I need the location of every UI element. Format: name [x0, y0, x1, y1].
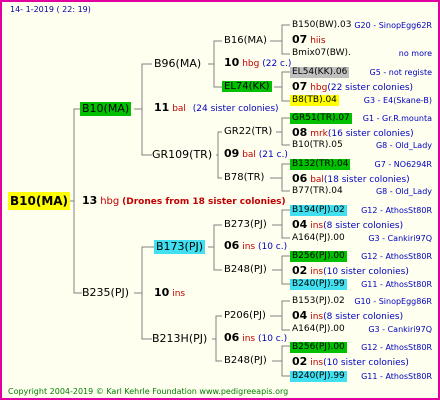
root-info: 13 hbg (Drones from 18 sister colonies) [82, 195, 286, 208]
gen3-6-info: 02 ins(10 sister colonies) [292, 264, 409, 277]
root-queen[interactable]: B10(MA) [8, 192, 71, 210]
gen3-4-info: 06 bal(18 sister colonies) [292, 172, 410, 185]
root-note: (Drones from 18 sister colonies) [122, 197, 286, 207]
gen4-2-label: no more [398, 49, 432, 58]
gen2-4[interactable]: B213H(PJ) [150, 332, 209, 346]
gen4-7-label: G7 - NO6294R [374, 160, 432, 169]
gen4-9-label: G12 - AthosSt80R [361, 206, 432, 215]
gen2-1-info: 10 hbg (22 c.) [224, 56, 292, 69]
gen3-2[interactable]: EL74(KK) [222, 81, 272, 92]
root-year: 13 [82, 194, 98, 207]
gen4-12-label: G11 - AthosSt80R [361, 280, 432, 289]
gen2-4-info: 06 ins (10 c.) [224, 331, 288, 344]
gen4-16-label: G11 - AthosSt80R [361, 372, 432, 381]
gen3-3-info: 08 mrk(16 sister colonies) [292, 126, 414, 139]
gen4-11[interactable]: B256(PJ).00 [290, 251, 347, 262]
gen4-12[interactable]: B240(PJ).99 [290, 279, 347, 290]
gen4-4[interactable]: B8(TB).04 [290, 95, 339, 106]
gen3-8-info: 02 ins(10 sister colonies) [292, 355, 409, 368]
gen3-7[interactable]: P206(PJ) [222, 310, 268, 321]
gen4-15[interactable]: B256(PJ).00 [290, 342, 347, 353]
gen2-1[interactable]: B96(MA) [152, 57, 203, 71]
gen4-7[interactable]: B132(TR).04 [290, 159, 351, 170]
father-queen[interactable]: B235(PJ) [80, 286, 131, 300]
gen3-2-info: 07 hbg(22 sister colonies) [292, 80, 414, 93]
gen4-14-label: G3 - Cankiri97Q [368, 325, 432, 334]
gen3-7-info: 04 ins(8 sister colonies) [292, 309, 404, 322]
gen4-6-label: G8 - Old_Lady [375, 141, 432, 150]
gen4-11-label: G12 - AthosSt80R [361, 252, 432, 261]
gen3-1-info: 07 hiis [292, 33, 326, 46]
gen4-5-label: G1 - Gr.R.mounta [362, 114, 432, 123]
gen3-3[interactable]: GR22(TR) [222, 126, 274, 137]
pedigree-frame: 14- 1-2019 ( 22: 19) B10(MA) 13 hbg (Dro… [0, 0, 440, 400]
mother-queen[interactable]: B10(MA) [80, 102, 132, 116]
gen4-10[interactable]: A164(PJ).00 [290, 233, 347, 244]
gen3-8[interactable]: B248(PJ) [222, 355, 269, 366]
footer-copyright: Copyright 2004-2019 © Karl Kehrle Founda… [8, 387, 289, 396]
father-info: 10 ins [154, 286, 186, 299]
gen4-5[interactable]: GR51(TR).07 [290, 113, 352, 124]
gen4-13-label: G10 - SinopEgg86R [354, 297, 432, 306]
mother-info: 11 bal (24 sister colonies) [154, 101, 279, 114]
gen4-13[interactable]: B153(PJ).02 [290, 296, 347, 307]
gen3-4[interactable]: B78(TR) [222, 172, 266, 183]
gen2-2-info: 09 bal (21 c.) [224, 147, 288, 160]
gen3-1[interactable]: B16(MA) [222, 35, 269, 46]
gen4-3-label: G5 - not registe [369, 68, 432, 77]
gen3-5[interactable]: B273(PJ) [222, 219, 269, 230]
gen4-6[interactable]: B10(TR).05 [290, 140, 345, 151]
gen4-8[interactable]: B77(TR).04 [290, 186, 345, 197]
gen2-3-info: 06 ins (10 c.) [224, 239, 288, 252]
gen4-1[interactable]: B150(BW).03 [290, 20, 353, 31]
gen4-2[interactable]: Bmix07(BW). [290, 48, 353, 59]
gen3-6[interactable]: B248(PJ) [222, 264, 269, 275]
gen2-2[interactable]: GR109(TR) [150, 148, 214, 162]
gen4-14[interactable]: A164(PJ).00 [290, 324, 347, 335]
gen4-1-label: G20 - SinopEgg62R [354, 21, 432, 30]
gen4-16[interactable]: B240(PJ).99 [290, 371, 347, 382]
gen4-10-label: G3 - Cankiri97Q [368, 234, 432, 243]
root-breeder: hbg [100, 196, 120, 207]
gen4-4-label: G3 - E4(Skane-B) [363, 96, 432, 105]
gen4-15-label: G12 - AthosSt80R [361, 343, 432, 352]
gen4-3[interactable]: EL54(KK).06 [290, 67, 350, 78]
gen2-3[interactable]: B173(PJ) [154, 240, 206, 254]
gen4-8-label: G8 - Old_Lady [375, 187, 432, 196]
gen3-5-info: 04 ins(8 sister colonies) [292, 218, 404, 231]
gen4-9[interactable]: B194(PJ).02 [290, 205, 347, 216]
header-date: 14- 1-2019 ( 22: 19) [10, 5, 91, 14]
